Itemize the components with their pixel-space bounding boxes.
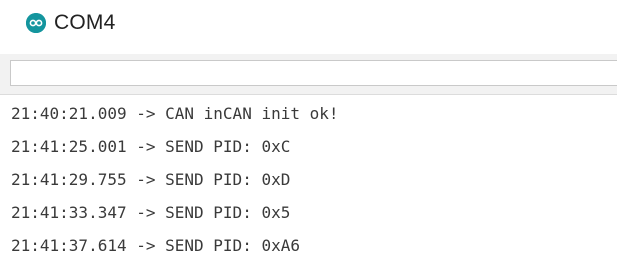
output-line: 21:41:37.614 -> SEND PID: 0xA6 xyxy=(11,236,300,255)
serial-monitor-window: COM4 21:40:21.009 -> CAN inCAN init ok! … xyxy=(0,0,617,259)
output-line: 21:41:33.347 -> SEND PID: 0x5 xyxy=(11,203,291,222)
window-title: COM4 xyxy=(54,11,116,34)
arduino-infinity-icon xyxy=(26,13,46,33)
output-line: 21:41:29.755 -> SEND PID: 0xD xyxy=(11,170,291,189)
send-bar xyxy=(0,54,617,95)
serial-output-area[interactable]: 21:40:21.009 -> CAN inCAN init ok! 21:41… xyxy=(0,100,617,259)
send-input[interactable] xyxy=(10,60,617,86)
output-line: 21:40:21.009 -> CAN inCAN init ok! xyxy=(11,104,339,123)
output-line: 21:41:25.001 -> SEND PID: 0xC xyxy=(11,137,291,156)
title-bar: COM4 xyxy=(0,0,617,50)
